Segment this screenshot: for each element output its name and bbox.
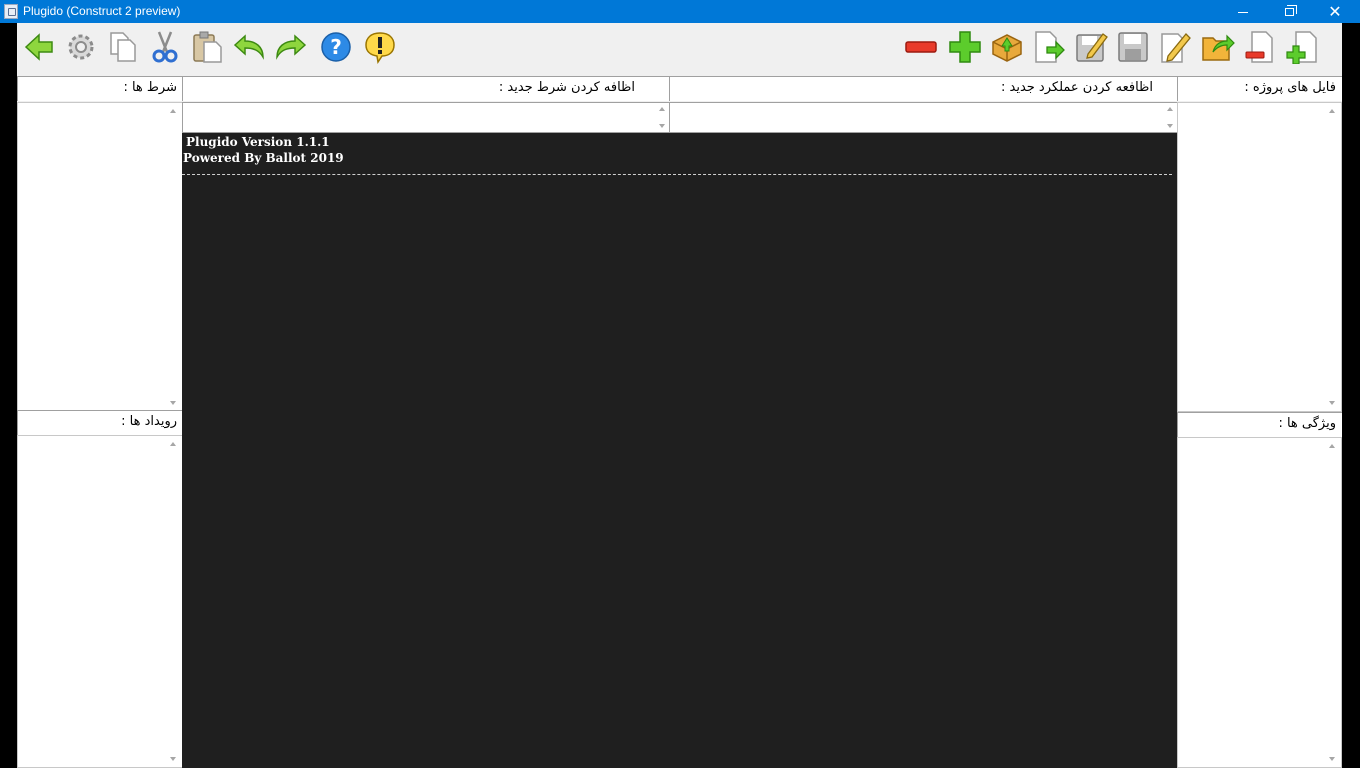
warning-button[interactable] — [362, 29, 398, 65]
pencil-icon — [1161, 33, 1191, 63]
output-console[interactable]: Plugido Version 1.1.1 Powered By Ballot … — [182, 133, 1177, 768]
redo-icon — [276, 34, 307, 60]
copy-button[interactable] — [105, 29, 141, 65]
window-edge-left — [0, 23, 17, 768]
version-text: Plugido Version 1.1.1 — [186, 135, 330, 149]
close-button[interactable]: ✕ — [1312, 0, 1358, 23]
add-condition-label: اظافه کردن شرط جدید : — [182, 76, 670, 101]
edit-button[interactable] — [1157, 29, 1193, 65]
add-file-icon — [1286, 31, 1317, 64]
add-action-label: اظافعه کردن عملکرد جدید : — [669, 76, 1178, 101]
settings-button[interactable] — [63, 29, 99, 65]
back-arrow-icon — [24, 33, 53, 61]
project-files-list[interactable] — [1177, 102, 1342, 412]
toolbar: ? — [17, 23, 1342, 76]
package-icon — [992, 34, 1022, 62]
events-list[interactable] — [17, 435, 183, 768]
remove-file-button[interactable] — [1243, 29, 1279, 65]
add-icon — [949, 31, 981, 63]
add-action-scrollbar[interactable] — [1162, 103, 1177, 132]
open-button[interactable] — [1200, 29, 1236, 65]
scroll-up-icon — [659, 107, 665, 111]
save-button[interactable] — [1115, 29, 1151, 65]
save-icon — [1118, 32, 1148, 62]
project-files-label: فایل های پروژه : — [1177, 76, 1342, 101]
save-as-button[interactable] — [1073, 29, 1109, 65]
project-files-scrollbar[interactable] — [1324, 103, 1341, 411]
scroll-up-icon — [170, 442, 176, 446]
scroll-up-icon — [1167, 107, 1173, 111]
back-button[interactable] — [21, 29, 57, 65]
redo-button[interactable] — [273, 29, 309, 65]
edit-save-icon — [1076, 33, 1108, 62]
scroll-down-icon — [1329, 401, 1335, 405]
paste-icon — [193, 31, 222, 63]
properties-scrollbar[interactable] — [1324, 438, 1341, 767]
export-button[interactable] — [1031, 29, 1067, 65]
export-icon — [1035, 31, 1065, 63]
events-label: رویداد ها : — [17, 410, 183, 435]
scroll-down-icon — [170, 401, 176, 405]
scroll-down-icon — [659, 124, 665, 128]
add-condition-scrollbar[interactable] — [654, 103, 669, 132]
restore-button[interactable] — [1266, 0, 1312, 23]
restore-icon — [1285, 5, 1297, 16]
app-window: Plugido (Construct 2 preview) ✕ ? شرط ها… — [0, 0, 1360, 768]
scroll-down-icon — [170, 757, 176, 761]
remove-file-icon — [1245, 31, 1273, 63]
gear-icon — [68, 34, 94, 60]
cut-button[interactable] — [147, 29, 183, 65]
close-icon: ✕ — [1328, 2, 1342, 21]
conditions-scrollbar[interactable] — [165, 103, 182, 411]
minimize-button[interactable] — [1220, 0, 1266, 23]
warning-icon — [365, 32, 395, 64]
add-condition-field[interactable] — [182, 102, 670, 133]
window-edge-right — [1342, 23, 1360, 768]
help-button[interactable]: ? — [318, 29, 354, 65]
copy-icon — [110, 32, 136, 62]
remove-button[interactable] — [903, 29, 939, 65]
scissors-icon — [152, 31, 178, 63]
console-separator — [182, 174, 1172, 175]
open-folder-icon — [1202, 34, 1235, 61]
undo-button[interactable] — [231, 29, 267, 65]
add-button[interactable] — [947, 29, 983, 65]
app-icon — [4, 4, 18, 19]
scroll-down-icon — [1167, 124, 1173, 128]
paste-button[interactable] — [189, 29, 225, 65]
conditions-list[interactable] — [17, 102, 183, 412]
undo-icon — [233, 34, 264, 60]
properties-label: ویژگی ها : — [1177, 412, 1342, 437]
scroll-up-icon — [1329, 109, 1335, 113]
svg-text:?: ? — [330, 35, 342, 59]
minimize-icon — [1238, 12, 1248, 13]
scroll-down-icon — [1329, 757, 1335, 761]
credits-text: Powered By Ballot 2019 — [183, 151, 344, 165]
add-action-field[interactable] — [669, 102, 1178, 133]
remove-icon — [905, 41, 937, 53]
scroll-up-icon — [1329, 444, 1335, 448]
events-scrollbar[interactable] — [165, 436, 182, 767]
properties-list[interactable] — [1177, 437, 1342, 768]
add-file-button[interactable] — [1285, 29, 1321, 65]
window-title: Plugido (Construct 2 preview) — [23, 4, 181, 18]
help-icon: ? — [321, 32, 351, 62]
package-button[interactable] — [989, 29, 1025, 65]
conditions-label: شرط ها : — [17, 76, 183, 101]
title-bar: Plugido (Construct 2 preview) ✕ — [0, 0, 1360, 23]
scroll-up-icon — [170, 109, 176, 113]
